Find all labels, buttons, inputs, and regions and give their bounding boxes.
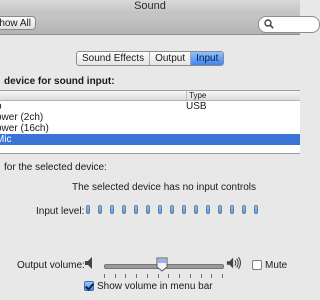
input-device-table: Type b USB ower (2ch) ower (16ch) Mic — [0, 90, 300, 154]
no-controls-message: The selected device has no input control… — [72, 182, 256, 193]
output-volume-label: Output volume: — [17, 260, 85, 271]
volume-tick — [115, 274, 116, 278]
input-level-segment — [110, 205, 114, 214]
volume-tick — [179, 274, 180, 278]
toolbar: how All — [0, 14, 320, 35]
search-icon — [264, 19, 274, 29]
volume-tick — [104, 274, 105, 278]
input-level-label: Input level: — [36, 206, 85, 217]
volume-tick — [222, 274, 223, 278]
input-level-segment — [86, 205, 90, 214]
input-level-segment — [122, 205, 126, 214]
show-all-button[interactable]: how All — [0, 16, 36, 30]
input-device-heading: device for sound input: — [4, 76, 115, 87]
table-row[interactable]: ower (16ch) — [0, 123, 300, 134]
search-field[interactable] — [258, 16, 320, 33]
volume-slider-thumb[interactable] — [156, 257, 168, 272]
volume-tick — [125, 274, 126, 278]
table-row[interactable]: b USB — [0, 101, 300, 112]
table-header: Type — [0, 91, 300, 101]
device-type: USB — [186, 101, 207, 112]
input-level-segment — [98, 205, 102, 214]
input-level-segment — [158, 205, 162, 214]
volume-tick — [201, 274, 202, 278]
device-name: ower (16ch) — [0, 123, 49, 134]
volume-tick — [147, 274, 148, 278]
tab-sound-effects[interactable]: Sound Effects — [77, 52, 151, 65]
device-name: b — [0, 101, 2, 112]
tab-bar: Sound Effects Output Input — [76, 51, 225, 66]
input-level-segment — [254, 205, 258, 214]
show-volume-menubar-label: Show volume in menu bar — [97, 281, 213, 292]
input-level-segment — [146, 205, 150, 214]
input-level-segment — [194, 205, 198, 214]
input-level-segment — [170, 205, 174, 214]
volume-tick — [158, 274, 159, 278]
volume-tick — [168, 274, 169, 278]
input-level-segment — [230, 205, 234, 214]
input-level-segment — [218, 205, 222, 214]
input-level-segment — [134, 205, 138, 214]
volume-ticks — [104, 274, 224, 278]
volume-tick — [211, 274, 212, 278]
mute-label: Mute — [265, 260, 288, 271]
speaker-high-icon[interactable] — [226, 256, 242, 270]
sound-preferences-window: Sound how All Sound Effects Output Input… — [0, 0, 320, 300]
input-level-meter — [86, 205, 266, 215]
table-row-selected[interactable]: Mic — [0, 134, 300, 145]
speaker-low-icon[interactable] — [84, 256, 100, 270]
window-title: Sound — [0, 0, 300, 14]
device-name: Mic — [0, 134, 12, 145]
mute-checkbox[interactable] — [252, 260, 262, 270]
input-level-segment — [206, 205, 210, 214]
volume-tick — [190, 274, 191, 278]
volume-tick — [136, 274, 137, 278]
settings-heading: for the selected device: — [4, 162, 107, 173]
input-level-segment — [182, 205, 186, 214]
table-row[interactable]: ower (2ch) — [0, 112, 300, 123]
column-header-type[interactable]: Type — [186, 91, 206, 100]
tab-input[interactable]: Input — [191, 52, 224, 65]
device-name: ower (2ch) — [0, 112, 44, 123]
input-level-segment — [242, 205, 246, 214]
tab-output[interactable]: Output — [150, 52, 192, 65]
show-volume-menubar-checkbox[interactable] — [84, 281, 94, 291]
